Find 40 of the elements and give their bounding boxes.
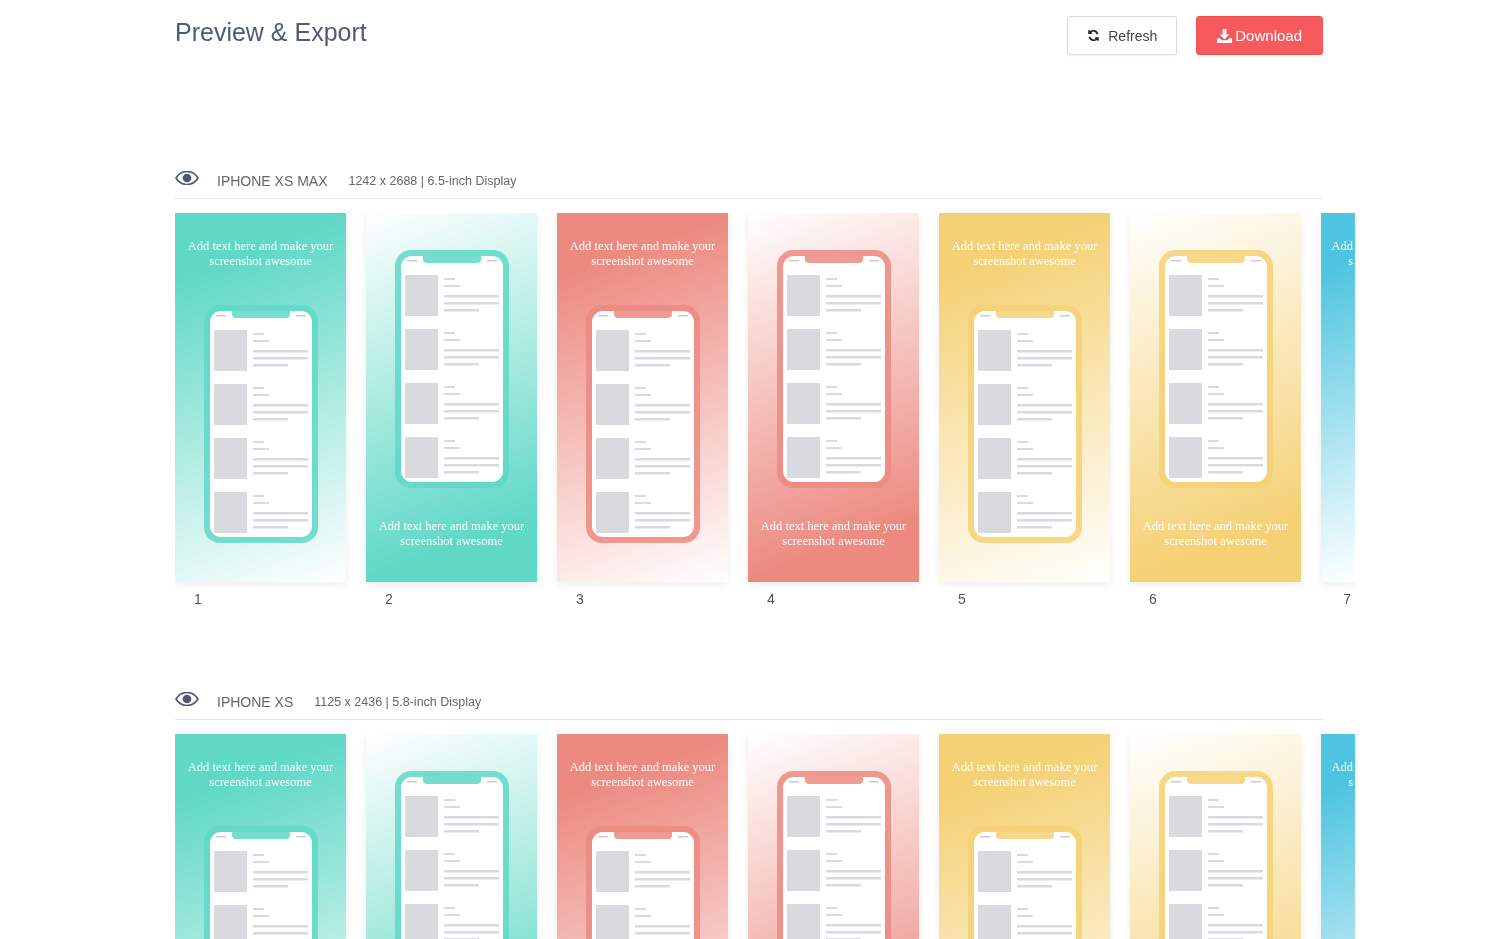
refresh-button[interactable]: Refresh: [1067, 16, 1178, 55]
card-number: 4: [766, 590, 776, 607]
screenshot-card[interactable]: Add s: [1321, 734, 1355, 939]
screenshot-card[interactable]: Add text here and make your screenshot awesome: [366, 213, 537, 582]
caption-text: Add text here and make your screenshot awesome: [186, 760, 335, 790]
caption-text: Add text here and make your screenshot awesome: [759, 519, 908, 549]
caption-text: Add s: [1330, 760, 1354, 790]
card-number: 2: [384, 590, 394, 607]
download-icon: [1217, 28, 1233, 43]
device-name: IPHONE XS MAX: [217, 173, 328, 189]
screenshot-card[interactable]: Add text here and make your screenshot awesome: [939, 213, 1110, 582]
eye-icon[interactable]: [175, 171, 199, 185]
caption-text: Add text here and make your screenshot awesome: [568, 760, 717, 790]
download-button[interactable]: Download: [1196, 16, 1323, 55]
refresh-icon: [1087, 29, 1101, 42]
screenshot-card[interactable]: Add text here and make your screenshot awesome: [748, 213, 919, 582]
screenshot-card[interactable]: Add text here and make your screenshot awesome: [175, 213, 346, 582]
caption-text: Add text here and make your screenshot awesome: [950, 239, 1099, 269]
page-title: Preview & Export: [175, 18, 367, 47]
device-spec: 1242 x 2688 | 6.5-inch Display: [348, 174, 517, 188]
screenshot-card[interactable]: Add text here and make your screenshot awesome: [175, 734, 346, 939]
card-number: 7: [1342, 590, 1352, 607]
caption-text: Add text here and make your screenshot awesome: [950, 760, 1099, 790]
screenshot-card[interactable]: Add text here and make your screenshot awesome: [1130, 213, 1301, 582]
caption-text: Add s: [1330, 239, 1354, 269]
card-number: 1: [193, 590, 203, 607]
caption-text: Add text here and make your screenshot awesome: [1141, 519, 1290, 549]
caption-text: Add text here and make your screenshot awesome: [186, 239, 335, 269]
screenshot-card[interactable]: Add text here and make your screenshot awesome: [557, 213, 728, 582]
screenshot-card[interactable]: Add s: [1321, 213, 1355, 582]
caption-text: Add text here and make your screenshot awesome: [568, 239, 717, 269]
card-number: 6: [1148, 590, 1158, 607]
device-spec: 1125 x 2436 | 5.8-inch Display: [314, 695, 482, 709]
card-number: 5: [957, 590, 967, 607]
screenshot-card[interactable]: Add text here and make your screenshot awesome: [557, 734, 728, 939]
screenshot-card[interactable]: Add text here and make your screenshot awesome: [939, 734, 1110, 939]
device-name: IPHONE XS: [217, 694, 294, 710]
eye-icon[interactable]: [175, 692, 199, 706]
card-number: 3: [575, 590, 585, 607]
caption-text: Add text here and make your screenshot awesome: [377, 519, 526, 549]
